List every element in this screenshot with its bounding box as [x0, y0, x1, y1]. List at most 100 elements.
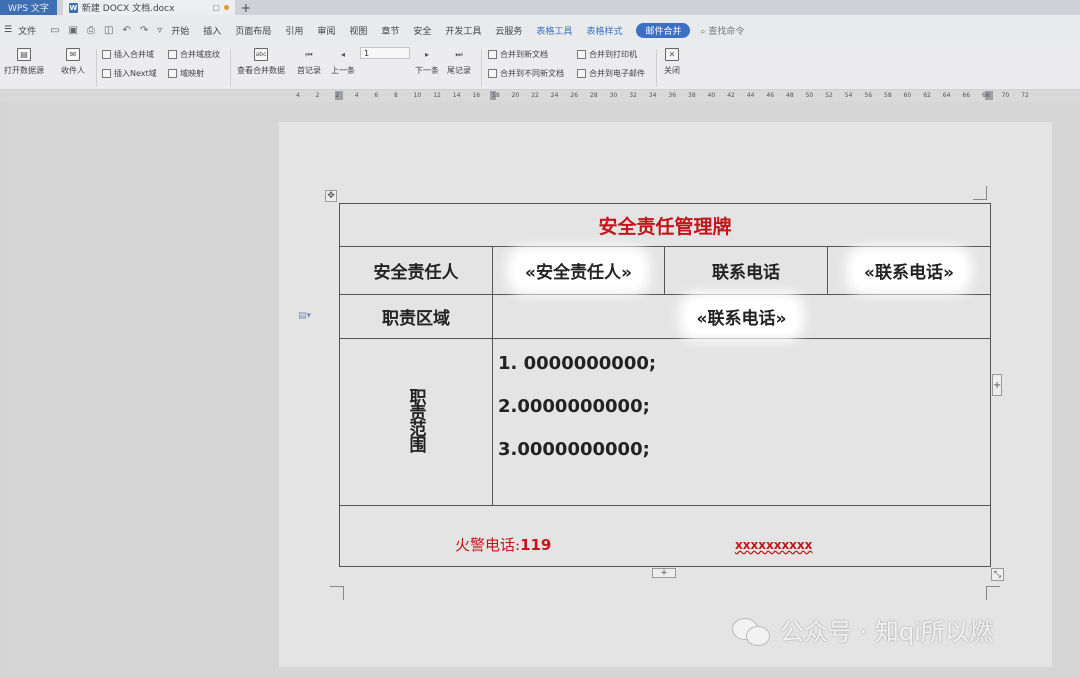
ruler-tick: 8: [394, 92, 398, 99]
insert-merge-field-button[interactable]: 插入合并域: [102, 49, 154, 60]
responsibility-table[interactable]: 安全责任管理牌 安全责任人 «安全责任人» 联系电话 «联系电话» 职责区域 «…: [339, 203, 991, 567]
menu-mail-merge[interactable]: 邮件合并: [636, 22, 691, 38]
merge-to-new-doc-label: 合并到新文档: [500, 50, 548, 59]
merge-field-shading-button[interactable]: 合并域底纹: [168, 49, 220, 60]
ruler-tick: 6: [374, 92, 379, 99]
phone-label-cell[interactable]: 联系电话: [664, 246, 828, 295]
insert-next-field-button[interactable]: 插入Next域: [102, 68, 157, 79]
merge-to-email-label: 合并到电子邮件: [589, 69, 645, 78]
search-command[interactable]: ⌕ 查找命令: [700, 24, 744, 37]
previous-record-button[interactable]: ◂ 上一条: [331, 48, 355, 76]
duty-item-2: 2.0000000000;: [498, 396, 650, 417]
ruler-tick: 38: [688, 92, 696, 99]
hamburger-icon[interactable]: ☰: [4, 25, 12, 35]
previous-record-label: 上一条: [331, 66, 355, 75]
menu-table-style[interactable]: 表格样式: [586, 24, 622, 37]
paragraph-marker-icon[interactable]: ▤▾: [298, 311, 311, 321]
add-column-button[interactable]: +: [992, 374, 1002, 396]
menu-section[interactable]: 章节: [381, 24, 399, 37]
ruler-tick: 40: [707, 92, 716, 99]
merge-to-different-docs-button[interactable]: 合并到不同新文档: [488, 68, 564, 79]
last-record-button[interactable]: ⏭ 尾记录: [447, 48, 471, 76]
vertical-ruler: [0, 102, 8, 677]
open-data-source-label: 打开数据源: [4, 66, 44, 75]
add-row-button[interactable]: +: [652, 568, 676, 578]
save-icon[interactable]: ▣: [69, 25, 78, 36]
ruler-tick: 50: [805, 92, 814, 99]
phone-field-cell[interactable]: «联系电话»: [827, 246, 991, 295]
menu-view[interactable]: 视图: [349, 24, 367, 37]
area-field-cell[interactable]: «联系电话»: [492, 294, 991, 339]
ruler-tick: 54: [844, 92, 853, 99]
menu-cloud[interactable]: 云服务: [495, 24, 522, 37]
view-merged-label: 查看合并数据: [237, 66, 285, 75]
print-icon[interactable]: ⎙: [87, 25, 95, 36]
ruler-tick: 4: [354, 92, 359, 99]
merge-to-printer-button[interactable]: 合并到打印机: [577, 49, 637, 60]
recipients-icon: ✉: [66, 48, 80, 61]
footer-cell[interactable]: [339, 505, 991, 567]
menu-review[interactable]: 审阅: [317, 24, 335, 37]
menu-home[interactable]: 开始: [171, 24, 189, 37]
field-mapping-label: 域映射: [180, 69, 204, 78]
next-record-button[interactable]: ▸ 下一条: [415, 48, 439, 76]
close-mail-merge-button[interactable]: ✕ 关闭: [664, 48, 680, 76]
record-number-input[interactable]: [360, 47, 410, 59]
table-move-handle[interactable]: ✥: [325, 190, 337, 202]
table-title[interactable]: 安全责任管理牌: [339, 203, 991, 247]
ruler-tick: 20: [511, 92, 520, 99]
preview-icon[interactable]: ◫: [104, 25, 113, 36]
comment-icon: ▢: [212, 3, 220, 12]
ruler-tick: 52: [825, 92, 833, 99]
insert-next-icon: [102, 69, 111, 78]
person-label-cell[interactable]: 安全责任人: [339, 246, 493, 295]
first-record-button[interactable]: ⏮ 首记录: [297, 48, 321, 76]
ruler-tick: 70: [1001, 92, 1010, 99]
fire-phone-number: 119: [520, 536, 552, 554]
phone-merge-field[interactable]: «联系电话»: [854, 254, 964, 287]
ruler-tick: 64: [942, 92, 951, 99]
view-merged-data-button[interactable]: abc 查看合并数据: [237, 48, 285, 76]
menu-security[interactable]: 安全: [413, 24, 431, 37]
field-mapping-button[interactable]: 域映射: [168, 68, 204, 79]
ruler-tick: 36: [668, 92, 677, 99]
ruler-tick: 44: [746, 92, 755, 99]
menu-table-tools[interactable]: 表格工具: [536, 24, 572, 37]
menu-developer[interactable]: 开发工具: [445, 24, 481, 37]
app-tab[interactable]: WPS 文字: [0, 0, 57, 15]
merge-to-email-button[interactable]: 合并到电子邮件: [577, 68, 645, 79]
merge-field-shading-label: 合并域底纹: [180, 50, 220, 59]
watermark: 公众号 · 知qi所以燃: [732, 612, 993, 647]
menu-page-layout[interactable]: 页面布局: [235, 24, 271, 37]
duty-item-1: 1. 0000000000;: [498, 353, 657, 374]
duties-cell[interactable]: 1. 0000000000; 2.0000000000; 3.000000000…: [492, 338, 991, 506]
scope-label-cell[interactable]: 职责范围: [339, 338, 493, 506]
ruler-tick: 68: [982, 92, 990, 99]
area-label-cell[interactable]: 职责区域: [339, 294, 493, 339]
customize-icon[interactable]: ▿: [157, 25, 162, 36]
document-tab[interactable]: W 新建 DOCX 文档.docx ▢: [62, 0, 235, 15]
person-field-cell[interactable]: «安全责任人»: [492, 246, 665, 295]
unsaved-dot-icon: [223, 5, 229, 10]
menu-file[interactable]: 文件: [18, 24, 36, 37]
menu-insert[interactable]: 插入: [203, 24, 221, 37]
open-icon[interactable]: ▭: [50, 25, 59, 36]
menu-references[interactable]: 引用: [285, 24, 303, 37]
recipients-button[interactable]: ✉ 收件人: [61, 48, 85, 76]
person-merge-field[interactable]: «安全责任人»: [515, 254, 642, 287]
horizontal-ruler[interactable]: 4 2 2 4 6 8 10 12 14 16 18 20 22 24 26 28 30 32 34 36 38 40 42…: [0, 90, 1080, 102]
ruler-tick: 30: [609, 92, 618, 99]
duty-item-3: 3.0000000000;: [498, 439, 650, 460]
new-tab-button[interactable]: +: [235, 0, 257, 15]
insert-next-label: 插入Next域: [114, 69, 157, 78]
merge-to-new-doc-button[interactable]: 合并到新文档: [488, 49, 548, 60]
fire-phone-text: 火警电话:119: [455, 534, 551, 555]
ruler-tick: 22: [531, 92, 539, 99]
table-resize-handle[interactable]: ⤡: [991, 568, 1004, 581]
undo-icon[interactable]: ↶: [122, 25, 130, 36]
ruler-tick: 42: [727, 92, 735, 99]
redo-icon[interactable]: ↷: [140, 25, 148, 36]
open-data-source-button[interactable]: ▤ 打开数据源: [4, 48, 44, 76]
area-merge-field[interactable]: «联系电话»: [686, 300, 797, 333]
ruler-tick: 62: [923, 92, 931, 99]
